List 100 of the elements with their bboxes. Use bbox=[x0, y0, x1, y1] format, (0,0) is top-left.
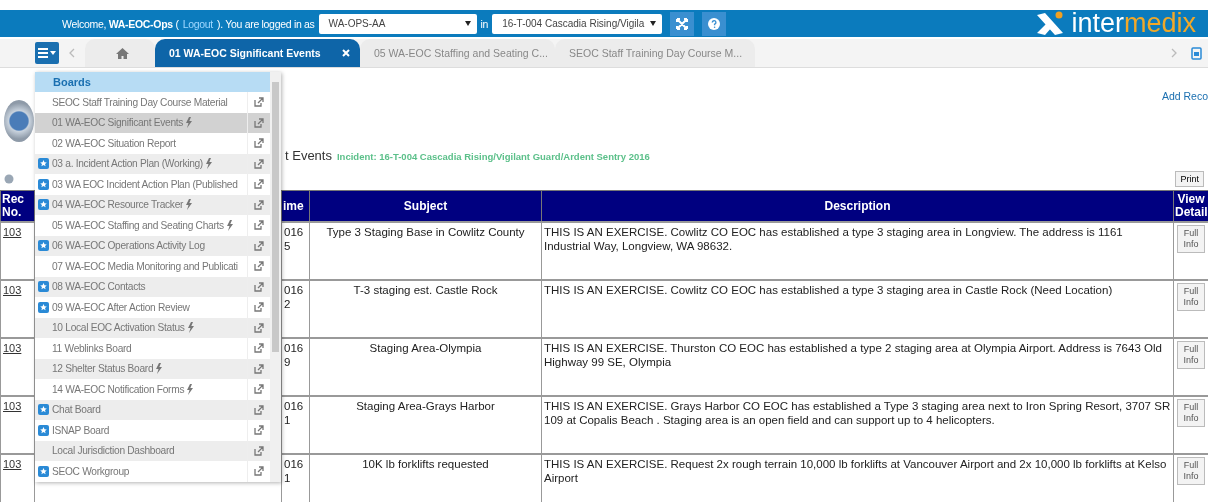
globe-icon bbox=[4, 174, 14, 184]
add-record-link[interactable]: Add Reco bbox=[1161, 90, 1208, 102]
help-icon bbox=[708, 17, 721, 30]
full-info-button[interactable]: Full Info bbox=[1177, 283, 1205, 311]
print-button[interactable]: Print bbox=[1175, 171, 1204, 187]
table-cell-text: 016 5 bbox=[284, 225, 305, 254]
menu-item[interactable]: 12 Shelter Status Board bbox=[35, 358, 270, 379]
board-tab[interactable]: SEOC Staff Training Day Course M... bbox=[555, 39, 755, 67]
external-link-icon[interactable] bbox=[254, 425, 264, 436]
home-icon bbox=[115, 47, 129, 59]
column-header: View Detail bbox=[1173, 190, 1208, 222]
full-info-button[interactable]: Full Info bbox=[1177, 399, 1205, 427]
expand-icon bbox=[676, 17, 689, 30]
table-cell-text: Staging Area-Grays Harbor bbox=[355, 399, 496, 414]
table-cell-text: THIS IS AN EXERCISE. Thurston CO EOC has established a type 2 staging area at Olympia Airport. Address is 7643 Old Highway 99 SE, Olympia bbox=[544, 341, 1163, 370]
bolt-icon bbox=[185, 199, 193, 211]
external-link-icon[interactable] bbox=[254, 97, 264, 108]
fullscreen-button[interactable] bbox=[670, 11, 695, 36]
menu-item[interactable]: 03 a. Incident Action Plan (Working) bbox=[35, 153, 270, 174]
menu-item[interactable]: 10 Local EOC Activation Status bbox=[35, 317, 270, 338]
external-link-icon[interactable] bbox=[254, 220, 264, 231]
menu-item[interactable]: SEOC Workgroup bbox=[35, 461, 270, 482]
external-link-icon[interactable] bbox=[254, 281, 264, 292]
table-cell-text: THIS IS AN EXERCISE. Cowlitz CO EOC has established a type 3 staging area in Longview. The address is 1161 Industrial Way, Longview, WA 98632. bbox=[544, 225, 1124, 254]
table-cell-text: Staging Area-Olympia bbox=[368, 341, 483, 356]
menu-item[interactable]: 08 WA-EOC Contacts bbox=[35, 276, 270, 297]
record-link[interactable]: 103 bbox=[3, 342, 22, 354]
menu-header: Boards bbox=[35, 72, 270, 92]
column-header: Rec No. bbox=[0, 190, 35, 222]
external-link-icon[interactable] bbox=[254, 158, 264, 169]
role-select[interactable]: WA-OPS-AA bbox=[318, 13, 477, 34]
table-cell-text: 10K lb forklifts requested bbox=[361, 457, 490, 472]
external-link-icon[interactable] bbox=[254, 240, 264, 251]
bolt-icon bbox=[185, 117, 193, 129]
logged-in-text: ). You are logged in as bbox=[216, 17, 315, 30]
full-info-button[interactable]: Full Info bbox=[1177, 341, 1205, 369]
star-icon bbox=[38, 178, 49, 190]
column-header: Subject bbox=[309, 190, 542, 222]
table-cell-text: 016 9 bbox=[284, 341, 305, 370]
menu-item[interactable]: 01 WA-EOC Significant Events bbox=[35, 112, 270, 133]
close-icon[interactable] bbox=[342, 49, 350, 57]
external-link-icon[interactable] bbox=[254, 322, 264, 333]
incident-select[interactable]: 16-T-004 Cascadia Rising/Vigila bbox=[492, 13, 663, 34]
record-link[interactable]: 103 bbox=[3, 400, 22, 412]
external-link-icon[interactable] bbox=[254, 117, 264, 128]
star-icon bbox=[38, 301, 49, 313]
external-link-icon[interactable] bbox=[254, 384, 264, 395]
board-tab[interactable]: 05 WA-EOC Staffing and Seating C... bbox=[360, 39, 555, 67]
external-link-icon[interactable] bbox=[254, 261, 264, 272]
external-link-icon[interactable] bbox=[254, 466, 264, 477]
full-info-button[interactable]: Full Info bbox=[1177, 225, 1205, 253]
full-info-button[interactable]: Full Info bbox=[1177, 457, 1205, 485]
menu-item[interactable]: 06 WA-EOC Operations Activity Log bbox=[35, 235, 270, 256]
welcome-text: Welcome, WA-EOC-Ops ( bbox=[62, 17, 179, 30]
bolt-icon bbox=[155, 363, 163, 375]
bolt-icon bbox=[225, 219, 233, 231]
calendar-icon[interactable] bbox=[1191, 46, 1202, 60]
intermedix-logo: intermedix bbox=[1035, 10, 1196, 37]
column-header: ime bbox=[281, 190, 310, 222]
seal-emblem bbox=[4, 100, 34, 142]
table-cell-text: 016 1 bbox=[284, 399, 305, 428]
column-header: Description bbox=[541, 190, 1174, 222]
help-button[interactable] bbox=[702, 11, 727, 36]
table-cell-text: T-3 staging est. Castle Rock bbox=[352, 283, 499, 298]
menu-icon bbox=[38, 48, 56, 58]
table-cell-text: THIS IS AN EXERCISE. Request 2x rough terrain 10,000 lb forklifts at Vancouver Airport and 2x 10,000 lb forklifts at Kelso Airport bbox=[544, 457, 1168, 486]
star-icon bbox=[38, 158, 49, 170]
star-icon bbox=[38, 424, 49, 436]
bolt-icon bbox=[204, 158, 212, 170]
home-tab[interactable] bbox=[85, 39, 155, 67]
table-cell-text: 016 2 bbox=[284, 283, 305, 312]
menu-button[interactable] bbox=[35, 42, 59, 64]
external-link-icon[interactable] bbox=[254, 179, 264, 190]
incident-text: Incident: 16-T-004 Cascadia Rising/Vigilant Guard/Ardent Sentry 2016 bbox=[336, 150, 650, 162]
menu-item[interactable]: Chat Board bbox=[35, 399, 270, 420]
external-link-icon[interactable] bbox=[254, 404, 264, 415]
scrollbar[interactable] bbox=[270, 72, 281, 482]
table-cell: THIS IS AN EXERCISE. Grays Harbor CO EOC has established a Type 3 staging area next to Iron Spring Resort, 3707 SR 109 at Copalis Beach . Staging area is an open field and can support up to 4 helicopters. bbox=[544, 399, 1171, 428]
board-tab[interactable]: 01 WA-EOC Significant Events bbox=[155, 39, 360, 67]
caret-icon bbox=[464, 21, 471, 26]
record-link[interactable]: 103 bbox=[3, 226, 22, 238]
star-icon bbox=[38, 465, 49, 477]
star-icon bbox=[38, 240, 49, 252]
menu-item[interactable]: 04 WA-EOC Resource Tracker bbox=[35, 194, 270, 215]
external-link-icon[interactable] bbox=[254, 199, 264, 210]
logout-link[interactable]: Logout bbox=[182, 17, 213, 30]
table-cell-text: 016 1 bbox=[284, 457, 305, 486]
external-link-icon[interactable] bbox=[254, 363, 264, 374]
star-icon bbox=[38, 281, 49, 293]
table-cell-text: Type 3 Staging Base in Cowlitz County bbox=[325, 225, 526, 240]
external-link-icon[interactable] bbox=[254, 343, 264, 354]
record-link[interactable]: 103 bbox=[3, 458, 22, 470]
external-link-icon[interactable] bbox=[254, 302, 264, 313]
bolt-icon bbox=[186, 383, 194, 395]
caret-icon bbox=[650, 21, 657, 26]
record-link[interactable]: 103 bbox=[3, 284, 22, 296]
external-link-icon[interactable] bbox=[254, 445, 264, 456]
external-link-icon[interactable] bbox=[254, 138, 264, 149]
menu-item[interactable]: Local Jurisdiction Dashboard bbox=[35, 440, 270, 461]
star-icon bbox=[38, 199, 49, 211]
